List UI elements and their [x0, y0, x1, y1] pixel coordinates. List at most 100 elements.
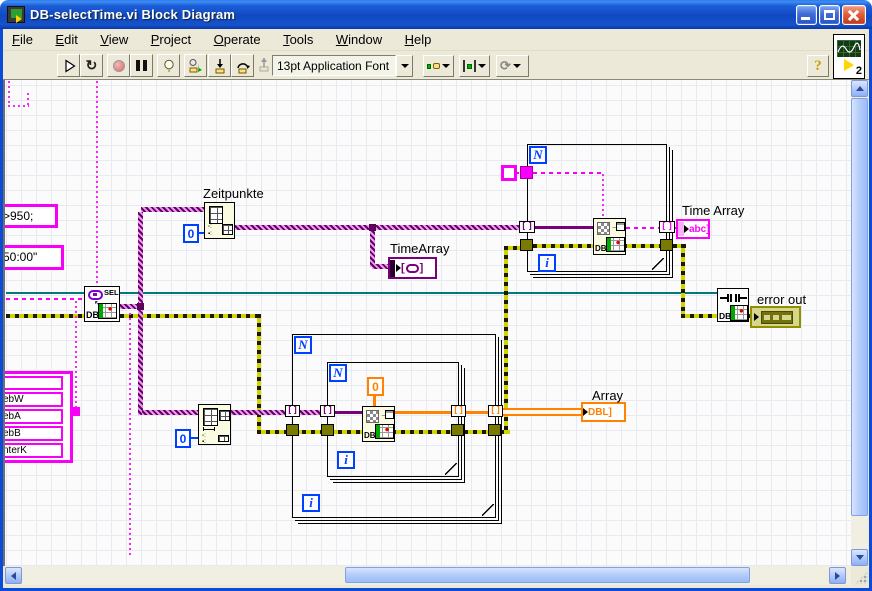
- scroll-up-button[interactable]: [851, 80, 868, 97]
- menu-help[interactable]: Help: [396, 29, 441, 51]
- tunnel-error[interactable]: [286, 424, 299, 436]
- tunnel-auto-index[interactable]: []: [519, 221, 535, 233]
- scroll-down-button[interactable]: [851, 549, 868, 566]
- tunnel-error[interactable]: [520, 239, 533, 251]
- menu-view[interactable]: View: [91, 29, 137, 51]
- menu-tools[interactable]: Tools: [274, 29, 322, 51]
- string-wire: [8, 81, 10, 107]
- local-variable-label[interactable]: TimeArray: [390, 241, 449, 256]
- align-objects-button[interactable]: [423, 55, 454, 77]
- lightbulb-icon: [163, 59, 174, 71]
- tunnel-error[interactable]: [321, 424, 334, 436]
- run-button[interactable]: [57, 54, 80, 77]
- font-selector-value: 13pt Application Font: [277, 59, 390, 73]
- vi-icon-arrow: [844, 59, 854, 71]
- numeric-constant[interactable]: 0: [367, 377, 384, 396]
- loop-fold: [482, 504, 494, 516]
- dbl-array-indicator[interactable]: DBL]: [581, 402, 626, 422]
- step-over-icon: [236, 62, 250, 73]
- error-out-indicator[interactable]: [750, 306, 801, 328]
- scroll-left-button[interactable]: [5, 567, 22, 584]
- menu-project[interactable]: Project: [142, 29, 200, 51]
- numeric-constant[interactable]: 0: [175, 429, 191, 448]
- tunnel-auto-index[interactable]: []: [320, 405, 335, 417]
- vi-icon-button[interactable]: 2: [833, 34, 865, 79]
- abort-button[interactable]: [107, 54, 130, 77]
- title-bar[interactable]: DB-selectTime.vi Block Diagram: [0, 0, 872, 29]
- array-element[interactable]: ebW: [5, 392, 63, 407]
- step-into-button[interactable]: [208, 54, 231, 77]
- array-element[interactable]: ebB: [5, 426, 63, 441]
- tunnel-error[interactable]: [451, 424, 464, 436]
- window-title: DB-selectTime.vi Block Diagram: [30, 7, 236, 22]
- step-over-button[interactable]: [231, 54, 254, 77]
- highlight-execution-button[interactable]: [157, 54, 180, 77]
- tunnel-error[interactable]: [660, 239, 673, 251]
- chevron-down-icon: [512, 64, 521, 68]
- vertical-scrollbar-thumb[interactable]: [851, 98, 868, 516]
- minimize-button[interactable]: [796, 5, 817, 25]
- close-button[interactable]: [842, 5, 866, 25]
- tunnel-string[interactable]: [520, 166, 533, 179]
- maximize-button[interactable]: [819, 5, 840, 25]
- cluster-array-wire: [370, 229, 375, 267]
- indicator-arrow-icon: [754, 313, 759, 321]
- indicator-label[interactable]: error out: [757, 292, 806, 307]
- arrow-icon: →: [611, 222, 619, 231]
- chevron-down-icon: [855, 555, 864, 560]
- context-help-button[interactable]: ?: [807, 55, 829, 77]
- menu-edit[interactable]: Edit: [46, 29, 86, 51]
- loop-count-terminal[interactable]: N: [294, 336, 312, 354]
- indicator-label[interactable]: Array: [592, 388, 623, 403]
- run-continuously-icon: ↻: [85, 57, 98, 73]
- horizontal-scrollbar-thumb[interactable]: [345, 567, 750, 583]
- tunnel-auto-index[interactable]: []: [451, 405, 466, 417]
- time-array-local-variable[interactable]: []: [388, 257, 437, 279]
- menu-window[interactable]: Window: [327, 29, 391, 51]
- loop-iteration-terminal[interactable]: i: [302, 494, 320, 512]
- time-array-indicator[interactable]: abc]: [676, 219, 710, 239]
- menu-operate[interactable]: Operate: [205, 29, 270, 51]
- run-continuously-button[interactable]: ↻: [80, 54, 103, 77]
- menu-bar: File Edit View Project Operate Tools Win…: [3, 29, 869, 51]
- array-element[interactable]: ebA: [5, 409, 63, 424]
- tunnel-error[interactable]: [488, 424, 501, 436]
- numeric-constant[interactable]: 0: [183, 224, 199, 243]
- reorder-button[interactable]: ⟳: [496, 55, 529, 77]
- abort-icon: [112, 59, 125, 72]
- scroll-right-button[interactable]: [829, 567, 846, 584]
- loop-iteration-terminal[interactable]: i: [337, 451, 355, 469]
- retain-wire-values-button[interactable]: [184, 54, 207, 77]
- db-select-vi[interactable]: SEL ↖ DB: [84, 286, 120, 322]
- cluster-array-wire: [372, 264, 389, 269]
- string-wire: [8, 105, 29, 107]
- pause-button[interactable]: [130, 54, 153, 77]
- node-label[interactable]: Zeitpunkte: [203, 186, 264, 201]
- loop-count-terminal[interactable]: N: [329, 364, 347, 382]
- font-selector-dropdown-button[interactable]: [396, 55, 413, 77]
- index-array-node[interactable]: ▫: ▪:: [204, 202, 235, 239]
- string-constant-empty[interactable]: [501, 165, 517, 181]
- loop-count-terminal[interactable]: N: [529, 146, 547, 164]
- menu-file[interactable]: File: [3, 29, 42, 51]
- tunnel-auto-index[interactable]: []: [659, 221, 675, 233]
- db-fetch-vi[interactable]: → DB: [593, 218, 626, 255]
- tunnel-auto-index[interactable]: []: [488, 405, 503, 417]
- help-icon: ?: [814, 58, 822, 74]
- loop-iteration-terminal[interactable]: i: [538, 254, 556, 272]
- db-fetch-vi[interactable]: → DB: [362, 406, 395, 442]
- indicator-label[interactable]: Time Array: [682, 203, 744, 218]
- wire-junction: [369, 224, 376, 231]
- block-diagram-canvas[interactable]: N i N i N i [] [] [] [] [] [] 0 0 0 >950…: [5, 80, 851, 566]
- array-element[interactable]: [5, 376, 63, 390]
- cluster-array-wire: [231, 410, 291, 415]
- string-constant[interactable]: >950;: [5, 204, 58, 228]
- distribute-objects-button[interactable]: [459, 55, 490, 77]
- string-constant[interactable]: 50:00": [5, 245, 64, 270]
- array-element[interactable]: nterK: [5, 443, 63, 458]
- tunnel-auto-index[interactable]: []: [285, 405, 300, 417]
- font-selector[interactable]: 13pt Application Font: [272, 55, 396, 76]
- distribute-objects-icon: [463, 60, 465, 72]
- db-close-vi[interactable]: DB: [717, 288, 749, 322]
- index-array-node[interactable]: ▫: ▪:: [198, 404, 231, 445]
